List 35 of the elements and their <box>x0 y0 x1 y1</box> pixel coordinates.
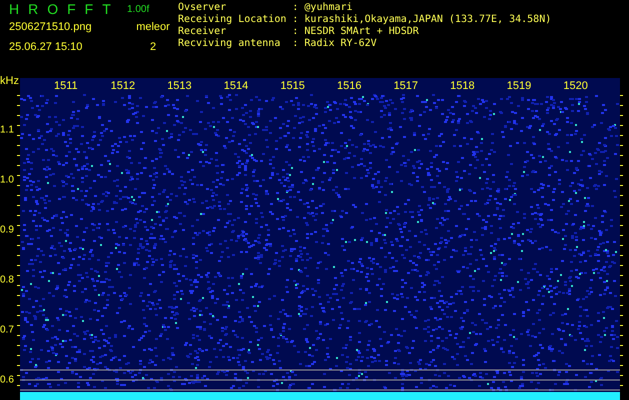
x-axis-label: 1515 <box>280 79 306 94</box>
y-axis-label: 0.6 <box>0 374 14 386</box>
version-label: 1.00f <box>127 4 150 14</box>
x-axis-label: 1512 <box>110 79 136 94</box>
app-logo: HROFFT <box>9 1 121 17</box>
x-axis-label: 1518 <box>450 79 476 94</box>
y-axis-label: 0.9 <box>0 224 14 236</box>
info-separator: : <box>292 14 298 26</box>
info-value: NESDR SMArt + HDSDR <box>304 26 420 38</box>
x-axis-label: 1513 <box>167 79 193 94</box>
info-separator: : <box>292 2 298 14</box>
info-value: Radix RY-62V <box>304 38 378 50</box>
info-label: Receiver <box>178 26 228 38</box>
y-axis-label: 0.7 <box>0 324 14 336</box>
info-label: Receiving Location <box>178 14 286 26</box>
datetime-label: 25.06.27 15:10 <box>9 41 84 53</box>
axis-unit-label: kHz <box>0 75 19 87</box>
info-label: Recviving antenna <box>178 38 282 50</box>
info-value: kurashiki,Okayama,JAPAN (133.77E, 34.58N) <box>304 14 552 26</box>
info-value: @yuhmari <box>304 2 354 14</box>
x-axis-label: 1511 <box>54 79 79 94</box>
info-separator: : <box>292 38 298 50</box>
filename-label: 2506271510.png <box>9 21 93 33</box>
y-axis-label: 0.8 <box>0 274 14 286</box>
x-axis-label: 1516 <box>336 79 362 94</box>
info-separator: : <box>292 26 298 38</box>
x-axis-label: 1517 <box>394 79 420 94</box>
x-axis-label: 1519 <box>506 79 532 94</box>
y-axis-label: 1.1 <box>0 124 14 136</box>
count-label: 2 <box>150 41 156 53</box>
info-label: Ovserver <box>178 2 228 14</box>
x-axis-label: 1514 <box>224 79 250 94</box>
y-axis-label: 1.0 <box>0 174 14 186</box>
mode-label: meleor <box>136 21 170 33</box>
x-axis-label: 1520 <box>563 79 589 94</box>
